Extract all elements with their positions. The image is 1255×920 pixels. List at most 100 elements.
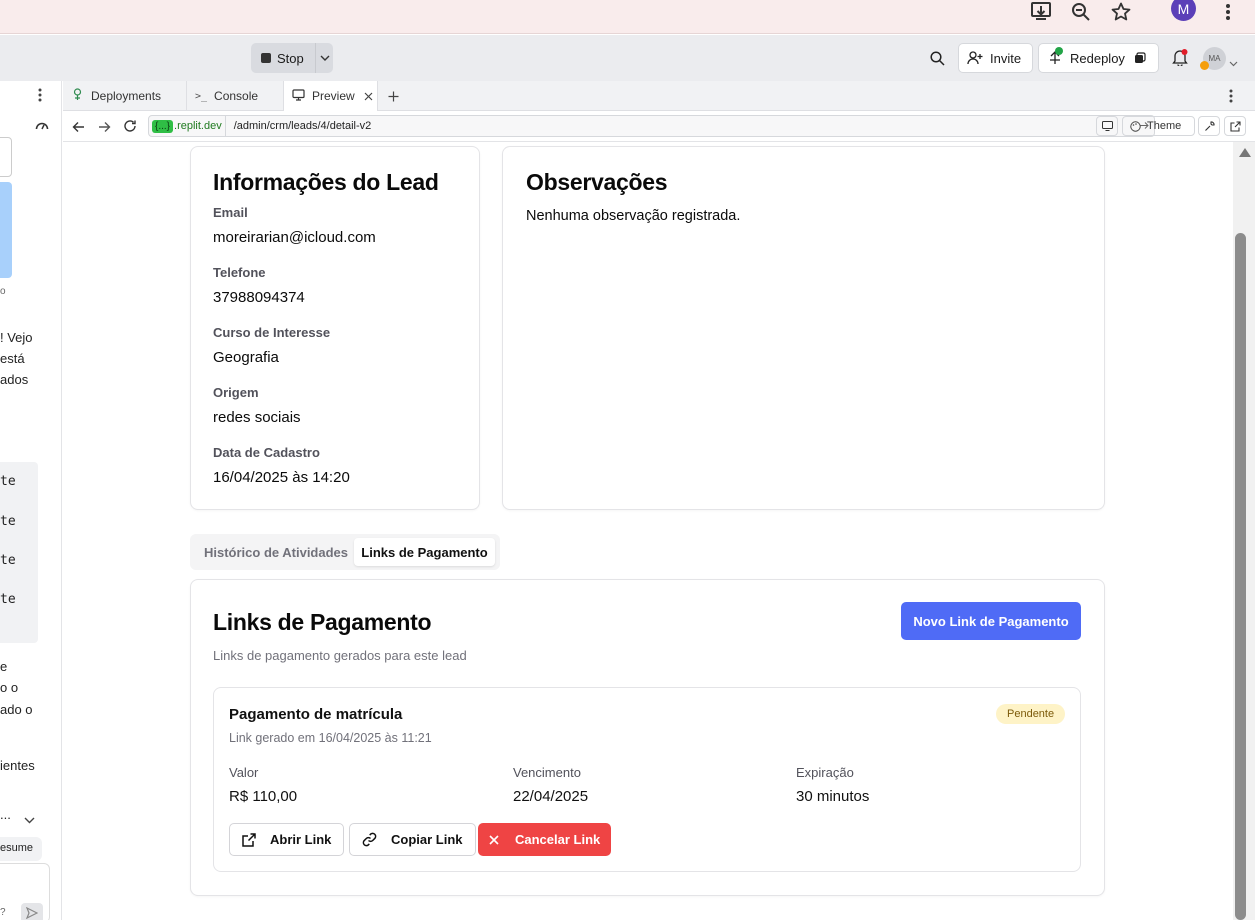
avatar-badge-icon — [1200, 61, 1209, 70]
redeploy-button[interactable]: Redeploy — [1038, 43, 1159, 73]
preview-page: Informações do Lead Email moreirarian@ic… — [63, 142, 1233, 920]
more-vertical-icon[interactable] — [38, 88, 42, 105]
notes-text: Nenhuma observação registrada. — [526, 208, 741, 224]
gauge-icon[interactable] — [35, 119, 49, 134]
scrollbar-thumb[interactable] — [1235, 233, 1246, 920]
add-user-icon — [967, 51, 983, 65]
status-badge: Pendente — [996, 704, 1066, 724]
redeploy-label: Redeploy — [1070, 50, 1125, 66]
install-icon[interactable] — [1029, 0, 1053, 24]
code-text-fragment: te — [0, 474, 16, 489]
zoom-icon[interactable] — [1069, 0, 1093, 24]
send-icon[interactable] — [21, 903, 43, 920]
workspace-toolbar: Stop Invite Redeploy MA — [0, 35, 1255, 81]
forward-arrow-icon[interactable] — [98, 120, 111, 138]
chat-text-fragment: ientes — [0, 758, 35, 773]
more-vertical-icon[interactable] — [1229, 89, 1233, 108]
close-icon — [489, 834, 499, 845]
copy-link-button[interactable]: Copiar Link — [349, 823, 476, 856]
stop-label: Stop — [277, 50, 304, 66]
expiration-label: Expiração — [796, 765, 854, 780]
monitor-icon — [292, 88, 305, 104]
chat-input-field[interactable] — [0, 137, 12, 177]
course-value: Geografia — [213, 349, 279, 366]
agent-chat-panel: o ! Vejo está ados te te te te e o o ado… — [0, 81, 62, 920]
invite-button[interactable]: Invite — [958, 43, 1033, 73]
chat-text-fragment: o — [0, 286, 6, 297]
chevron-down-icon[interactable] — [1229, 54, 1238, 72]
link-icon — [362, 832, 377, 847]
tab-deployments[interactable]: Deployments — [63, 81, 187, 111]
chat-text-fragment: o o — [0, 680, 19, 695]
url-domain: {...} .replit.dev — [149, 116, 226, 136]
payment-item-generated: Link gerado em 16/04/2025 às 11:21 — [229, 731, 432, 745]
deploy-icon — [71, 88, 84, 104]
copy-link-label: Copiar Link — [391, 832, 463, 847]
tab-label: Preview — [312, 89, 355, 103]
back-arrow-icon[interactable] — [72, 120, 85, 138]
chat-text-fragment: ados — [0, 372, 29, 387]
tab-label: Deployments — [91, 89, 162, 103]
payment-links-subtitle: Links de pagamento gerados para este lea… — [213, 648, 467, 663]
open-link-button[interactable]: Abrir Link — [229, 823, 345, 856]
payment-links-card: Links de Pagamento Links de pagamento ge… — [190, 579, 1105, 896]
star-icon[interactable] — [1109, 0, 1133, 24]
new-payment-link-button[interactable]: Novo Link de Pagamento — [901, 602, 1081, 640]
code-text-fragment: te — [0, 514, 16, 529]
code-text-fragment: te — [0, 592, 16, 607]
code-text-fragment: te — [0, 553, 16, 568]
url-domain-text: .replit.dev — [174, 120, 222, 132]
email-label: Email — [213, 205, 248, 220]
chevron-down-icon[interactable] — [24, 812, 35, 827]
terminal-icon: >_ — [195, 90, 208, 102]
more-icon[interactable] — [1216, 0, 1240, 24]
chat-text-fragment: está — [0, 351, 25, 366]
profile-avatar[interactable]: M — [1171, 0, 1196, 21]
theme-button[interactable]: Theme — [1122, 116, 1195, 136]
course-label: Curso de Interesse — [213, 325, 331, 340]
phone-label: Telefone — [213, 265, 266, 280]
reload-icon[interactable] — [123, 119, 137, 138]
copy-icon[interactable] — [1134, 52, 1146, 64]
tab-payment-links[interactable]: Links de Pagamento — [354, 538, 495, 566]
devices-icon[interactable] — [1096, 116, 1118, 136]
due-date-label: Vencimento — [513, 765, 581, 780]
url-field[interactable]: {...} .replit.dev /admin/crm/leads/4/det… — [148, 115, 1155, 137]
origin-label: Origem — [213, 385, 259, 400]
payment-links-title: Links de Pagamento — [213, 609, 432, 635]
scroll-up-arrow-icon[interactable] — [1239, 148, 1251, 157]
close-icon[interactable] — [364, 92, 373, 101]
chevron-down-icon[interactable] — [315, 43, 333, 73]
chat-text-fragment: ado o — [0, 702, 33, 717]
new-tab-plus-icon[interactable] — [388, 89, 399, 107]
preview-address-bar: {...} .replit.dev /admin/crm/leads/4/det… — [63, 111, 1255, 142]
invite-label: Invite — [990, 50, 1022, 66]
tab-preview[interactable]: Preview — [284, 81, 378, 111]
tab-console[interactable]: >_ Console — [187, 81, 284, 111]
tab-activity-history[interactable]: Histórico de Atividades — [194, 538, 358, 566]
resume-chip[interactable]: esume — [0, 837, 42, 861]
phone-value: 37988094374 — [213, 289, 305, 306]
amount-value: R$ 110,00 — [229, 788, 298, 805]
bell-icon[interactable] — [1172, 49, 1188, 71]
lead-info-card: Informações do Lead Email moreirarian@ic… — [190, 146, 480, 510]
external-link-icon[interactable] — [1224, 116, 1246, 136]
external-link-icon — [242, 832, 256, 847]
cancel-link-label: Cancelar Link — [515, 832, 601, 847]
theme-label: Theme — [1147, 120, 1182, 132]
chat-text-fragment: ... — [0, 807, 11, 822]
browser-top-bar: M — [0, 0, 1255, 34]
expiration-value: 30 minutos — [796, 788, 870, 805]
search-icon[interactable] — [930, 51, 945, 71]
chat-text-fragment: ! Vejo — [0, 330, 33, 345]
amount-label: Valor — [229, 765, 259, 780]
resume-chip-label: esume — [0, 842, 34, 854]
notes-card: Observações Nenhuma observação registrad… — [502, 146, 1105, 510]
due-date-value: 22/04/2025 — [513, 788, 589, 805]
stop-button[interactable]: Stop — [251, 43, 315, 73]
cancel-link-button[interactable]: Cancelar Link — [478, 823, 612, 856]
wrench-icon[interactable] — [1198, 116, 1220, 136]
stop-icon — [261, 53, 271, 63]
origin-value: redes sociais — [213, 409, 301, 426]
pane-tab-bar: Deployments >_ Console Preview — [63, 81, 1255, 111]
